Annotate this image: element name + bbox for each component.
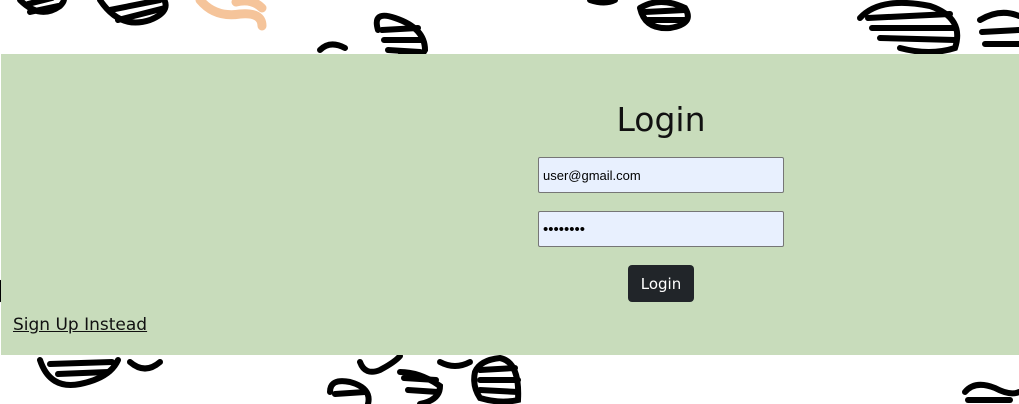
password-input[interactable] xyxy=(538,211,784,247)
sign-up-link[interactable]: Sign Up Instead xyxy=(13,315,147,335)
login-title: Login xyxy=(616,100,706,139)
login-panel: Login Login Sign Up Instead xyxy=(1,54,1019,355)
login-button[interactable]: Login xyxy=(628,265,694,302)
email-input[interactable] xyxy=(538,157,784,193)
